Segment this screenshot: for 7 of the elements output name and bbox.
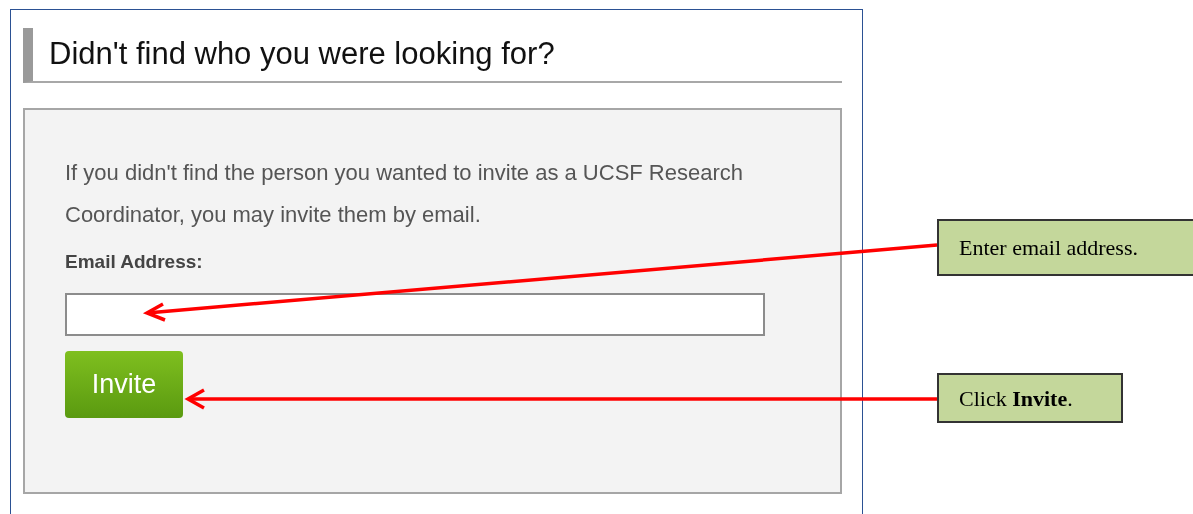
section-heading: Didn't find who you were looking for? [23,28,842,83]
email-field[interactable] [65,292,765,336]
callout-text: Click Invite. [959,384,1073,413]
callout-text: Enter email address. [959,234,1138,262]
email-label: Email Address: [65,250,204,274]
invite-button[interactable]: Invite [65,350,183,418]
intro-text: If you didn't find the person you wanted to invite as a UCSF Research Coordinator, you may invite them by email. [65,159,744,229]
